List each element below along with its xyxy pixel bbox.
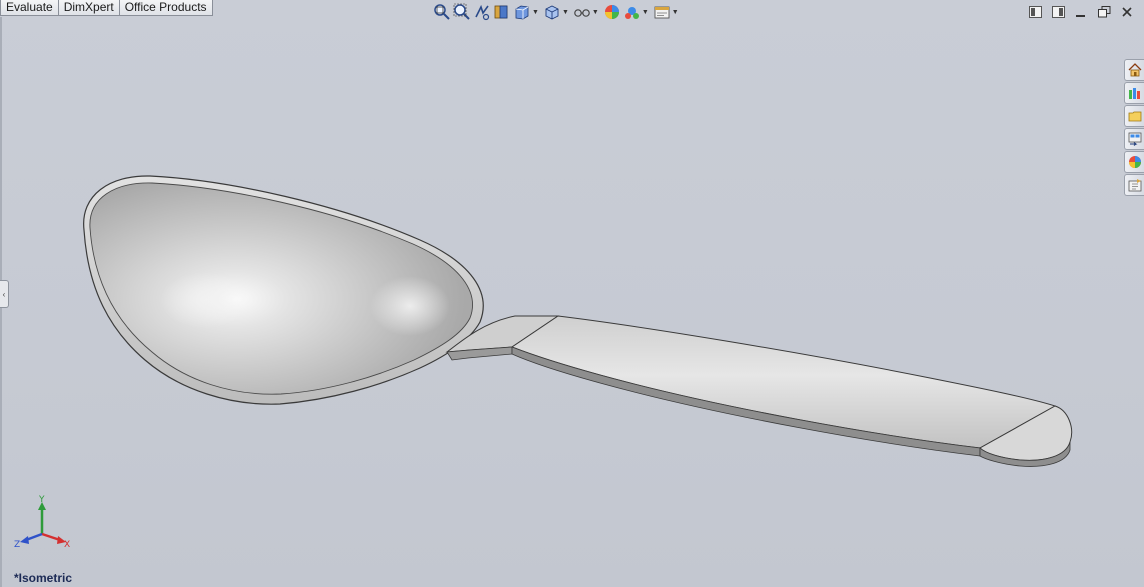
chevron-down-icon: ▼ <box>591 8 599 16</box>
section-view-button[interactable] <box>493 2 511 22</box>
section-view-icon <box>494 5 508 19</box>
reference-triad: Y Z X <box>14 495 70 550</box>
y-axis-label: Y <box>38 495 45 505</box>
zoom-to-fit-icon <box>434 4 450 20</box>
z-axis-line <box>25 532 43 542</box>
design-library-icon <box>1128 88 1140 99</box>
z-axis-label: Z <box>14 540 20 550</box>
task-pane-tabs <box>1124 59 1144 196</box>
close-icon <box>1122 6 1132 17</box>
tab-design-library[interactable] <box>1124 82 1144 104</box>
view-orientation-button[interactable]: ▼ <box>513 2 541 22</box>
previous-view-button[interactable] <box>473 2 491 22</box>
zoom-to-area-button[interactable] <box>453 2 471 22</box>
view-settings-icon <box>654 6 670 19</box>
chevron-down-icon: ▼ <box>532 8 539 16</box>
tab-solidworks-resources[interactable] <box>1124 59 1144 81</box>
tab-office-products[interactable]: Office Products <box>119 0 213 16</box>
command-manager-tabs: Evaluate DimXpert Office Products <box>0 0 213 17</box>
tile-right-icon <box>1051 5 1065 18</box>
spoon-handle <box>510 315 1057 449</box>
view-settings-button[interactable]: ▼ <box>653 2 681 22</box>
view-palette-icon <box>1128 132 1141 146</box>
apply-scene-icon <box>624 7 639 19</box>
custom-properties-icon <box>1128 179 1141 192</box>
chevron-left-icon: ‹ <box>2 289 6 299</box>
spoon-model[interactable] <box>0 0 1144 587</box>
tab-custom-properties[interactable] <box>1124 174 1144 196</box>
zoom-to-area-icon <box>453 3 470 20</box>
x-axis-line <box>41 532 61 542</box>
close-button[interactable] <box>1120 5 1134 18</box>
tile-left-button[interactable] <box>1028 5 1042 18</box>
heads-up-view-toolbar: ▼ ▼ ▼ ▼ ▼ <box>433 2 681 22</box>
feature-manager-toggle[interactable]: ‹ <box>0 280 9 308</box>
chevron-down-icon: ▼ <box>671 8 679 16</box>
edit-appearance-icon <box>604 5 619 19</box>
chevron-down-icon: ▼ <box>561 8 569 16</box>
tile-right-button[interactable] <box>1051 5 1065 18</box>
tab-appearances-scenes[interactable] <box>1124 151 1144 173</box>
folder-icon <box>1128 111 1141 122</box>
tab-file-explorer[interactable] <box>1124 105 1144 127</box>
x-axis-label: X <box>64 540 70 550</box>
hide-show-items-button[interactable]: ▼ <box>573 2 601 22</box>
edit-appearance-button[interactable] <box>603 2 621 22</box>
tab-view-palette[interactable] <box>1124 128 1144 150</box>
minimize-button[interactable] <box>1074 5 1088 18</box>
view-orientation-label: *Isometric <box>14 571 73 585</box>
display-style-button[interactable]: ▼ <box>543 2 571 22</box>
display-style-icon <box>545 5 559 20</box>
chevron-down-icon: ▼ <box>641 8 649 16</box>
hide-show-items-icon <box>574 9 590 17</box>
document-window-controls <box>1028 5 1134 18</box>
appearances-icon <box>1128 156 1141 168</box>
view-orientation-icon <box>515 5 529 20</box>
graphics-area[interactable]: Evaluate DimXpert Office Products ▼ ▼ ▼ … <box>0 0 1144 587</box>
home-icon <box>1128 63 1141 77</box>
previous-view-icon <box>475 4 490 21</box>
zoom-to-fit-button[interactable] <box>433 2 451 22</box>
apply-scene-button[interactable]: ▼ <box>623 2 651 22</box>
tab-dimxpert[interactable]: DimXpert <box>58 0 120 16</box>
tile-left-icon <box>1028 5 1042 18</box>
z-axis-arrow <box>20 536 29 544</box>
minimize-icon <box>1076 14 1085 17</box>
restore-icon <box>1097 5 1110 17</box>
restore-button[interactable] <box>1097 5 1111 18</box>
tab-evaluate[interactable]: Evaluate <box>0 0 59 16</box>
